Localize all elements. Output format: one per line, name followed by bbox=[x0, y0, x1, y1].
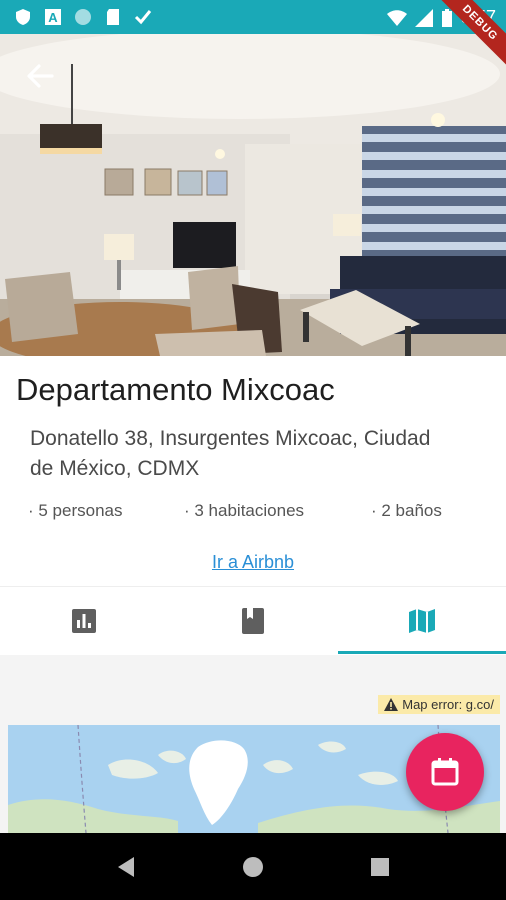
feature-bedrooms: · 3 habitaciones bbox=[184, 501, 305, 520]
back-triangle-icon[interactable] bbox=[114, 855, 138, 879]
recents-square-icon[interactable] bbox=[368, 855, 392, 879]
airbnb-link[interactable]: Ir a Airbnb bbox=[0, 552, 506, 573]
tab-stats[interactable] bbox=[0, 587, 168, 655]
map-error-text: Map error: g.co/ bbox=[402, 697, 494, 712]
reserve-fab-button[interactable] bbox=[406, 733, 484, 811]
listing-photo bbox=[0, 34, 506, 356]
home-circle-icon[interactable] bbox=[241, 855, 265, 879]
tab-book[interactable] bbox=[169, 587, 337, 655]
status-bar: A 5:57 DEBUG bbox=[0, 0, 506, 74]
listing-details: Departamento Mixcoac Donatello 38, Insur… bbox=[0, 356, 506, 586]
tab-bar bbox=[0, 586, 506, 654]
svg-text:A: A bbox=[48, 10, 58, 25]
listing-address: Donatello 38, Insurgentes Mixcoac, Ciuda… bbox=[30, 427, 431, 480]
system-nav-bar bbox=[0, 833, 506, 900]
check-icon bbox=[134, 10, 152, 25]
map-icon bbox=[409, 609, 435, 633]
shield-icon bbox=[16, 9, 30, 25]
book-icon bbox=[242, 608, 264, 634]
listing-title: Departamento Mixcoac bbox=[16, 372, 335, 407]
map-error-banner: Map error: g.co/ bbox=[378, 695, 500, 714]
calendar-icon bbox=[431, 758, 459, 786]
signal-icon bbox=[414, 8, 433, 27]
wifi-icon bbox=[386, 9, 407, 26]
feature-guests: · 5 personas bbox=[28, 501, 123, 520]
back-button[interactable] bbox=[22, 58, 58, 94]
circle-icon bbox=[75, 9, 91, 25]
sd-card-icon bbox=[107, 9, 119, 25]
arrow-back-icon bbox=[27, 64, 54, 88]
listing-features: · 5 personas · 3 habitaciones · 2 baños bbox=[0, 501, 506, 525]
feature-bathrooms: · 2 baños bbox=[371, 501, 442, 520]
active-tab-indicator bbox=[338, 651, 506, 654]
stats-icon bbox=[72, 609, 96, 633]
warning-icon bbox=[384, 698, 399, 711]
tab-map[interactable] bbox=[338, 587, 506, 655]
font-icon: A bbox=[45, 9, 61, 25]
battery-icon bbox=[441, 8, 452, 27]
